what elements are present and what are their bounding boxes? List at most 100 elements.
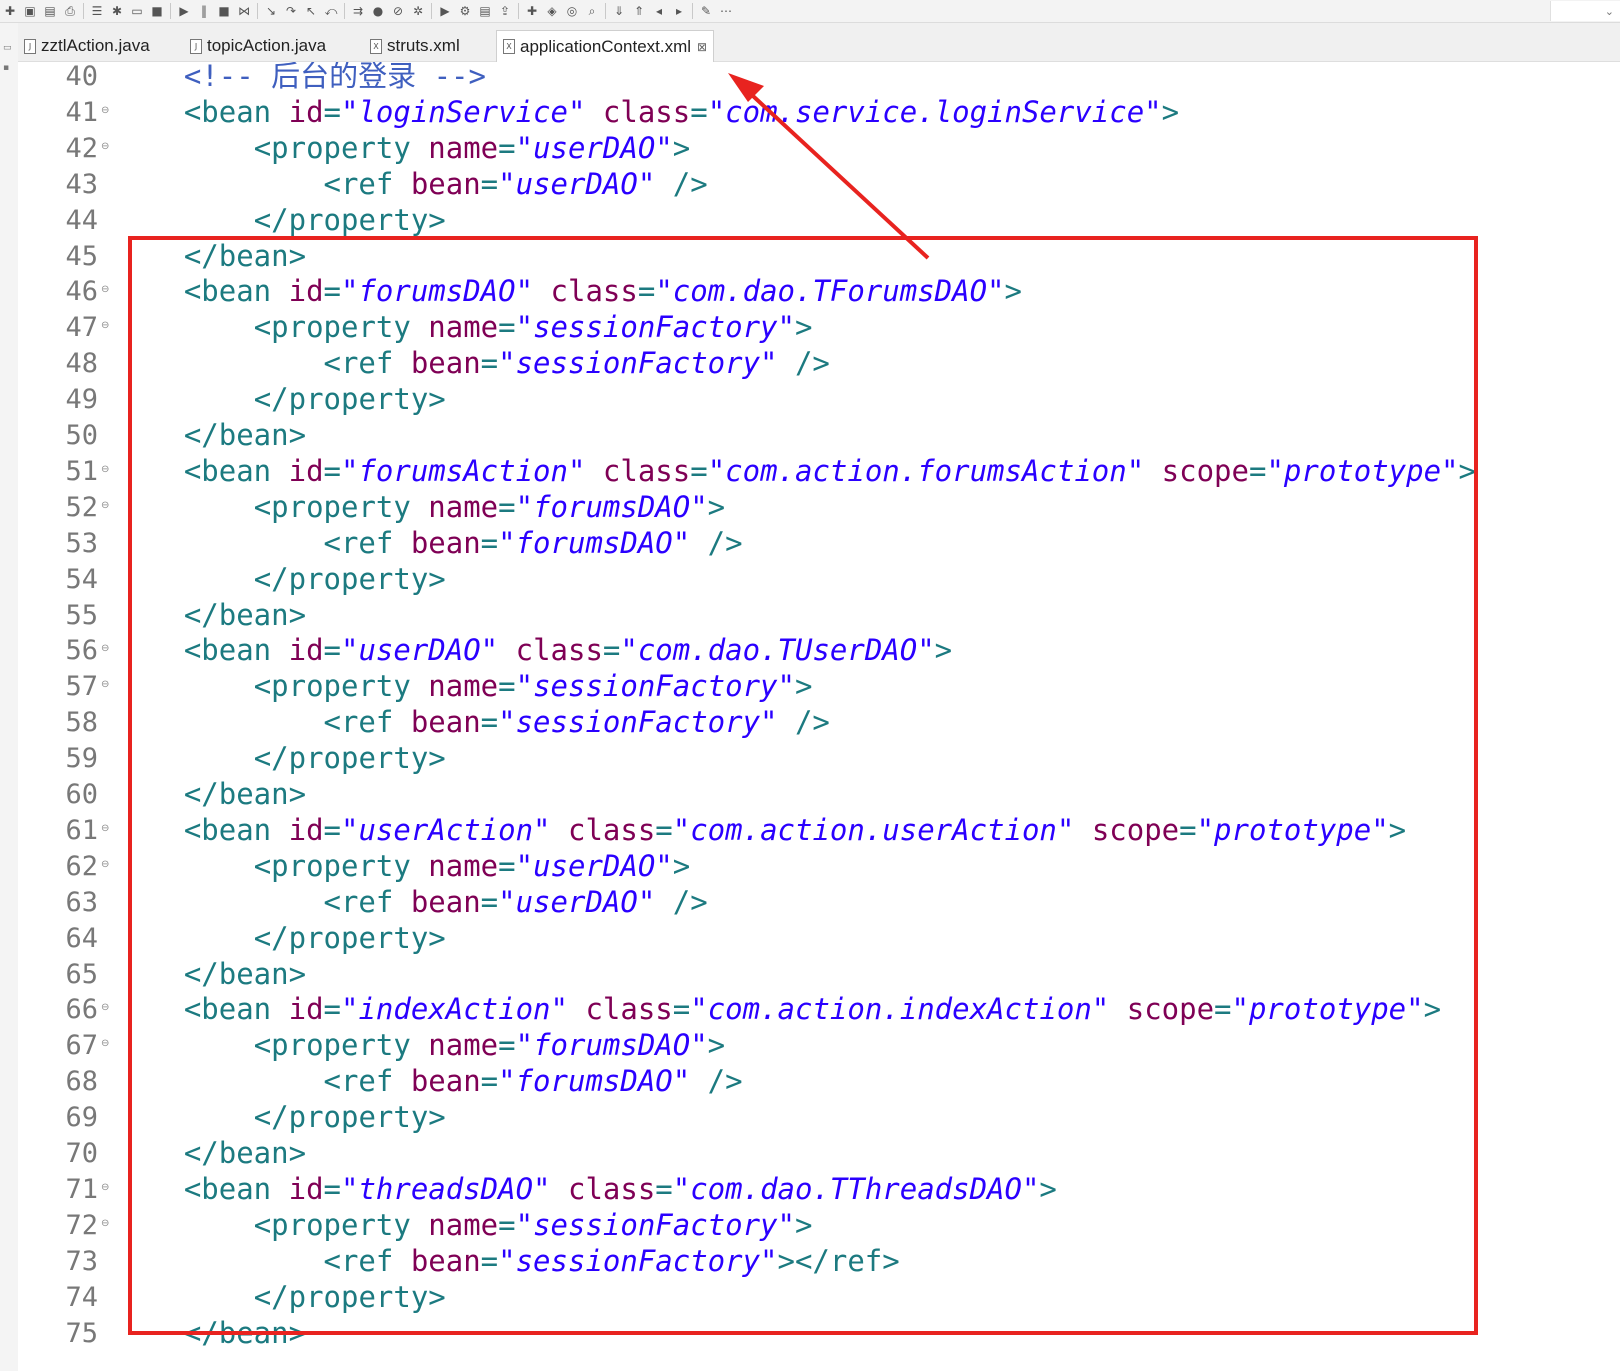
perspective-dropdown[interactable]: ⌄	[1550, 1, 1620, 21]
step-return-icon[interactable]: ↖	[303, 0, 319, 22]
code-line[interactable]: 65 </bean>	[18, 956, 1620, 993]
tab-zztlaction-java[interactable]: JzztlAction.java	[24, 32, 150, 60]
code-line[interactable]: 64 </property>	[18, 920, 1620, 957]
code-line[interactable]: 69 </property>	[18, 1099, 1620, 1136]
code-line[interactable]: 43 <ref bean="userDAO" />	[18, 166, 1620, 203]
previous-annotation-icon[interactable]: ⇑	[631, 0, 647, 22]
deploy-icon[interactable]: ⇪	[497, 0, 513, 22]
code-line[interactable]: 58 <ref bean="sessionFactory" />	[18, 704, 1620, 741]
code-line[interactable]: 62 ⊖ <property name="userDAO">	[18, 848, 1620, 885]
code-line[interactable]: 75 </bean>	[18, 1315, 1620, 1352]
code-line[interactable]: 45 </bean>	[18, 238, 1620, 275]
code-line[interactable]: 74 </property>	[18, 1279, 1620, 1316]
code-line[interactable]: 59 </property>	[18, 740, 1620, 777]
fold-toggle-icon[interactable]: ⊖	[101, 644, 109, 654]
code-line[interactable]: 46 ⊖ <bean id="forumsDAO" class="com.dao.…	[18, 273, 1620, 310]
code-line[interactable]: 63 <ref bean="userDAO" />	[18, 884, 1620, 921]
run-icon[interactable]: ●	[370, 0, 386, 22]
fold-toggle-icon[interactable]: ⊖	[101, 106, 109, 116]
xml-editor[interactable]: 40 <!-- 后台的登录 --> 41 ⊖ <bean id="loginServ…	[18, 62, 1620, 1371]
fold-toggle-icon[interactable]: ⊖	[101, 321, 109, 331]
print-icon[interactable]: ⎙	[62, 0, 78, 22]
code-line[interactable]: 68 <ref bean="forumsDAO" />	[18, 1063, 1620, 1100]
fold-toggle-icon[interactable]: ⊖	[101, 1219, 109, 1229]
code-line[interactable]: 54 </property>	[18, 561, 1620, 598]
code-line[interactable]: 56 ⊖ <bean id="userDAO" class="com.dao.TU…	[18, 632, 1620, 669]
code-line[interactable]: 47 ⊖ <property name="sessionFactory">	[18, 309, 1620, 346]
fold-toggle-icon[interactable]: ⊖	[101, 860, 109, 870]
forward-icon[interactable]: ▸	[671, 0, 687, 22]
use-step-filters-icon[interactable]: ⇉	[350, 0, 366, 22]
properties-icon[interactable]: ☰	[89, 0, 105, 22]
suspend-icon[interactable]: ‖	[196, 0, 212, 22]
code-line[interactable]: 72 ⊖ <property name="sessionFactory">	[18, 1207, 1620, 1244]
fold-toggle-icon[interactable]: ⊖	[101, 680, 109, 690]
fold-toggle-icon[interactable]: ⊖	[101, 142, 109, 152]
code-line[interactable]: 70 </bean>	[18, 1135, 1620, 1172]
fold-toggle-icon[interactable]: ⊖	[101, 1183, 109, 1193]
code-line[interactable]: 41 ⊖ <bean id="loginService" class="com.s…	[18, 94, 1620, 131]
code-line[interactable]: 51 ⊖ <bean id="forumsAction" class="com.a…	[18, 453, 1620, 490]
code-line[interactable]: 66 ⊖ <bean id="indexAction" class="com.ac…	[18, 991, 1620, 1028]
external-tools-icon[interactable]: ⚙	[457, 0, 473, 22]
step-over-icon[interactable]: ↷	[283, 0, 299, 22]
code-line[interactable]: 55 </bean>	[18, 597, 1620, 634]
code-line[interactable]: 44 </property>	[18, 202, 1620, 239]
pin-editor-icon[interactable]: ✎	[698, 0, 714, 22]
code-line[interactable]: 42 ⊖ <property name="userDAO">	[18, 130, 1620, 167]
resume-icon[interactable]: ▶	[176, 0, 192, 22]
code-line[interactable]: 49 </property>	[18, 381, 1620, 418]
restore-icon[interactable]: ▪	[3, 63, 15, 73]
fold-toggle-icon[interactable]: ⊖	[101, 465, 109, 475]
run-as-icon[interactable]: ▶	[437, 0, 453, 22]
minimize-icon[interactable]: ▭	[3, 43, 15, 53]
new-server-icon[interactable]: ✚	[524, 0, 540, 22]
console-icon[interactable]: ▭	[129, 0, 145, 22]
step-into-icon[interactable]: ↘	[263, 0, 279, 22]
code-token-tag: <bean	[183, 813, 289, 847]
terminate-icon[interactable]: ■	[149, 0, 165, 22]
fold-toggle-icon[interactable]: ⊖	[101, 285, 109, 295]
code-text: <bean id="loginService" class="com.servi…	[114, 94, 1179, 131]
fold-toggle-icon[interactable]: ⊖	[101, 1039, 109, 1049]
search-icon[interactable]: ⌕	[584, 0, 600, 22]
code-line[interactable]: 53 <ref bean="forumsDAO" />	[18, 525, 1620, 562]
code-line[interactable]: 61 ⊖ <bean id="userAction" class="com.act…	[18, 812, 1620, 849]
next-annotation-icon[interactable]: ⇓	[611, 0, 627, 22]
code-line[interactable]: 50 </bean>	[18, 417, 1620, 454]
debug-as-icon[interactable]: ✲	[410, 0, 426, 22]
code-line[interactable]: 48 <ref bean="sessionFactory" />	[18, 345, 1620, 382]
code-line[interactable]: 40 <!-- 后台的登录 -->	[18, 62, 1620, 95]
save-all-icon[interactable]: ▤	[42, 0, 58, 22]
fold-toggle-icon[interactable]: ⊖	[101, 824, 109, 834]
code-line[interactable]: 60 </bean>	[18, 776, 1620, 813]
fold-toggle-icon[interactable]: ⊖	[101, 501, 109, 511]
tab-topicaction-java[interactable]: JtopicAction.java	[190, 32, 326, 60]
disconnect-icon[interactable]: ⋈	[236, 0, 252, 22]
open-type-icon[interactable]: ◈	[544, 0, 560, 22]
tab-struts-xml[interactable]: Xstruts.xml	[370, 32, 460, 60]
skip-breakpoints-icon[interactable]: ⊘	[390, 0, 406, 22]
back-icon[interactable]: ◂	[651, 0, 667, 22]
fold-toggle-icon[interactable]: ⊖	[101, 1003, 109, 1013]
code-line[interactable]: 71 ⊖ <bean id="threadsDAO" class="com.dao…	[18, 1171, 1620, 1208]
stop-icon[interactable]: ■	[216, 0, 232, 22]
code-line[interactable]: 52 ⊖ <property name="forumsDAO">	[18, 489, 1620, 526]
save-icon[interactable]: ▣	[22, 0, 38, 22]
code-token-plain: =	[498, 1208, 516, 1242]
open-task-icon[interactable]: ◎	[564, 0, 580, 22]
debug-icon[interactable]: ✱	[109, 0, 125, 22]
code-line[interactable]: 73 <ref bean="sessionFactory"></ref>	[18, 1243, 1620, 1280]
new-icon[interactable]: ✚	[2, 0, 18, 22]
close-tab-icon[interactable]: ⊠	[697, 40, 707, 54]
code-line[interactable]: 57 ⊖ <property name="sessionFactory">	[18, 668, 1620, 705]
drop-frame-icon[interactable]: ⤺	[323, 0, 339, 22]
code-token-attr: bean	[410, 885, 481, 919]
perspective-icon[interactable]: ⋯	[718, 0, 734, 22]
code-line[interactable]: 67 ⊖ <property name="forumsDAO">	[18, 1027, 1620, 1064]
server-icon[interactable]: ▤	[477, 0, 493, 22]
tab-applicationcontext-xml[interactable]: XapplicationContext.xml ⊠	[496, 30, 715, 62]
